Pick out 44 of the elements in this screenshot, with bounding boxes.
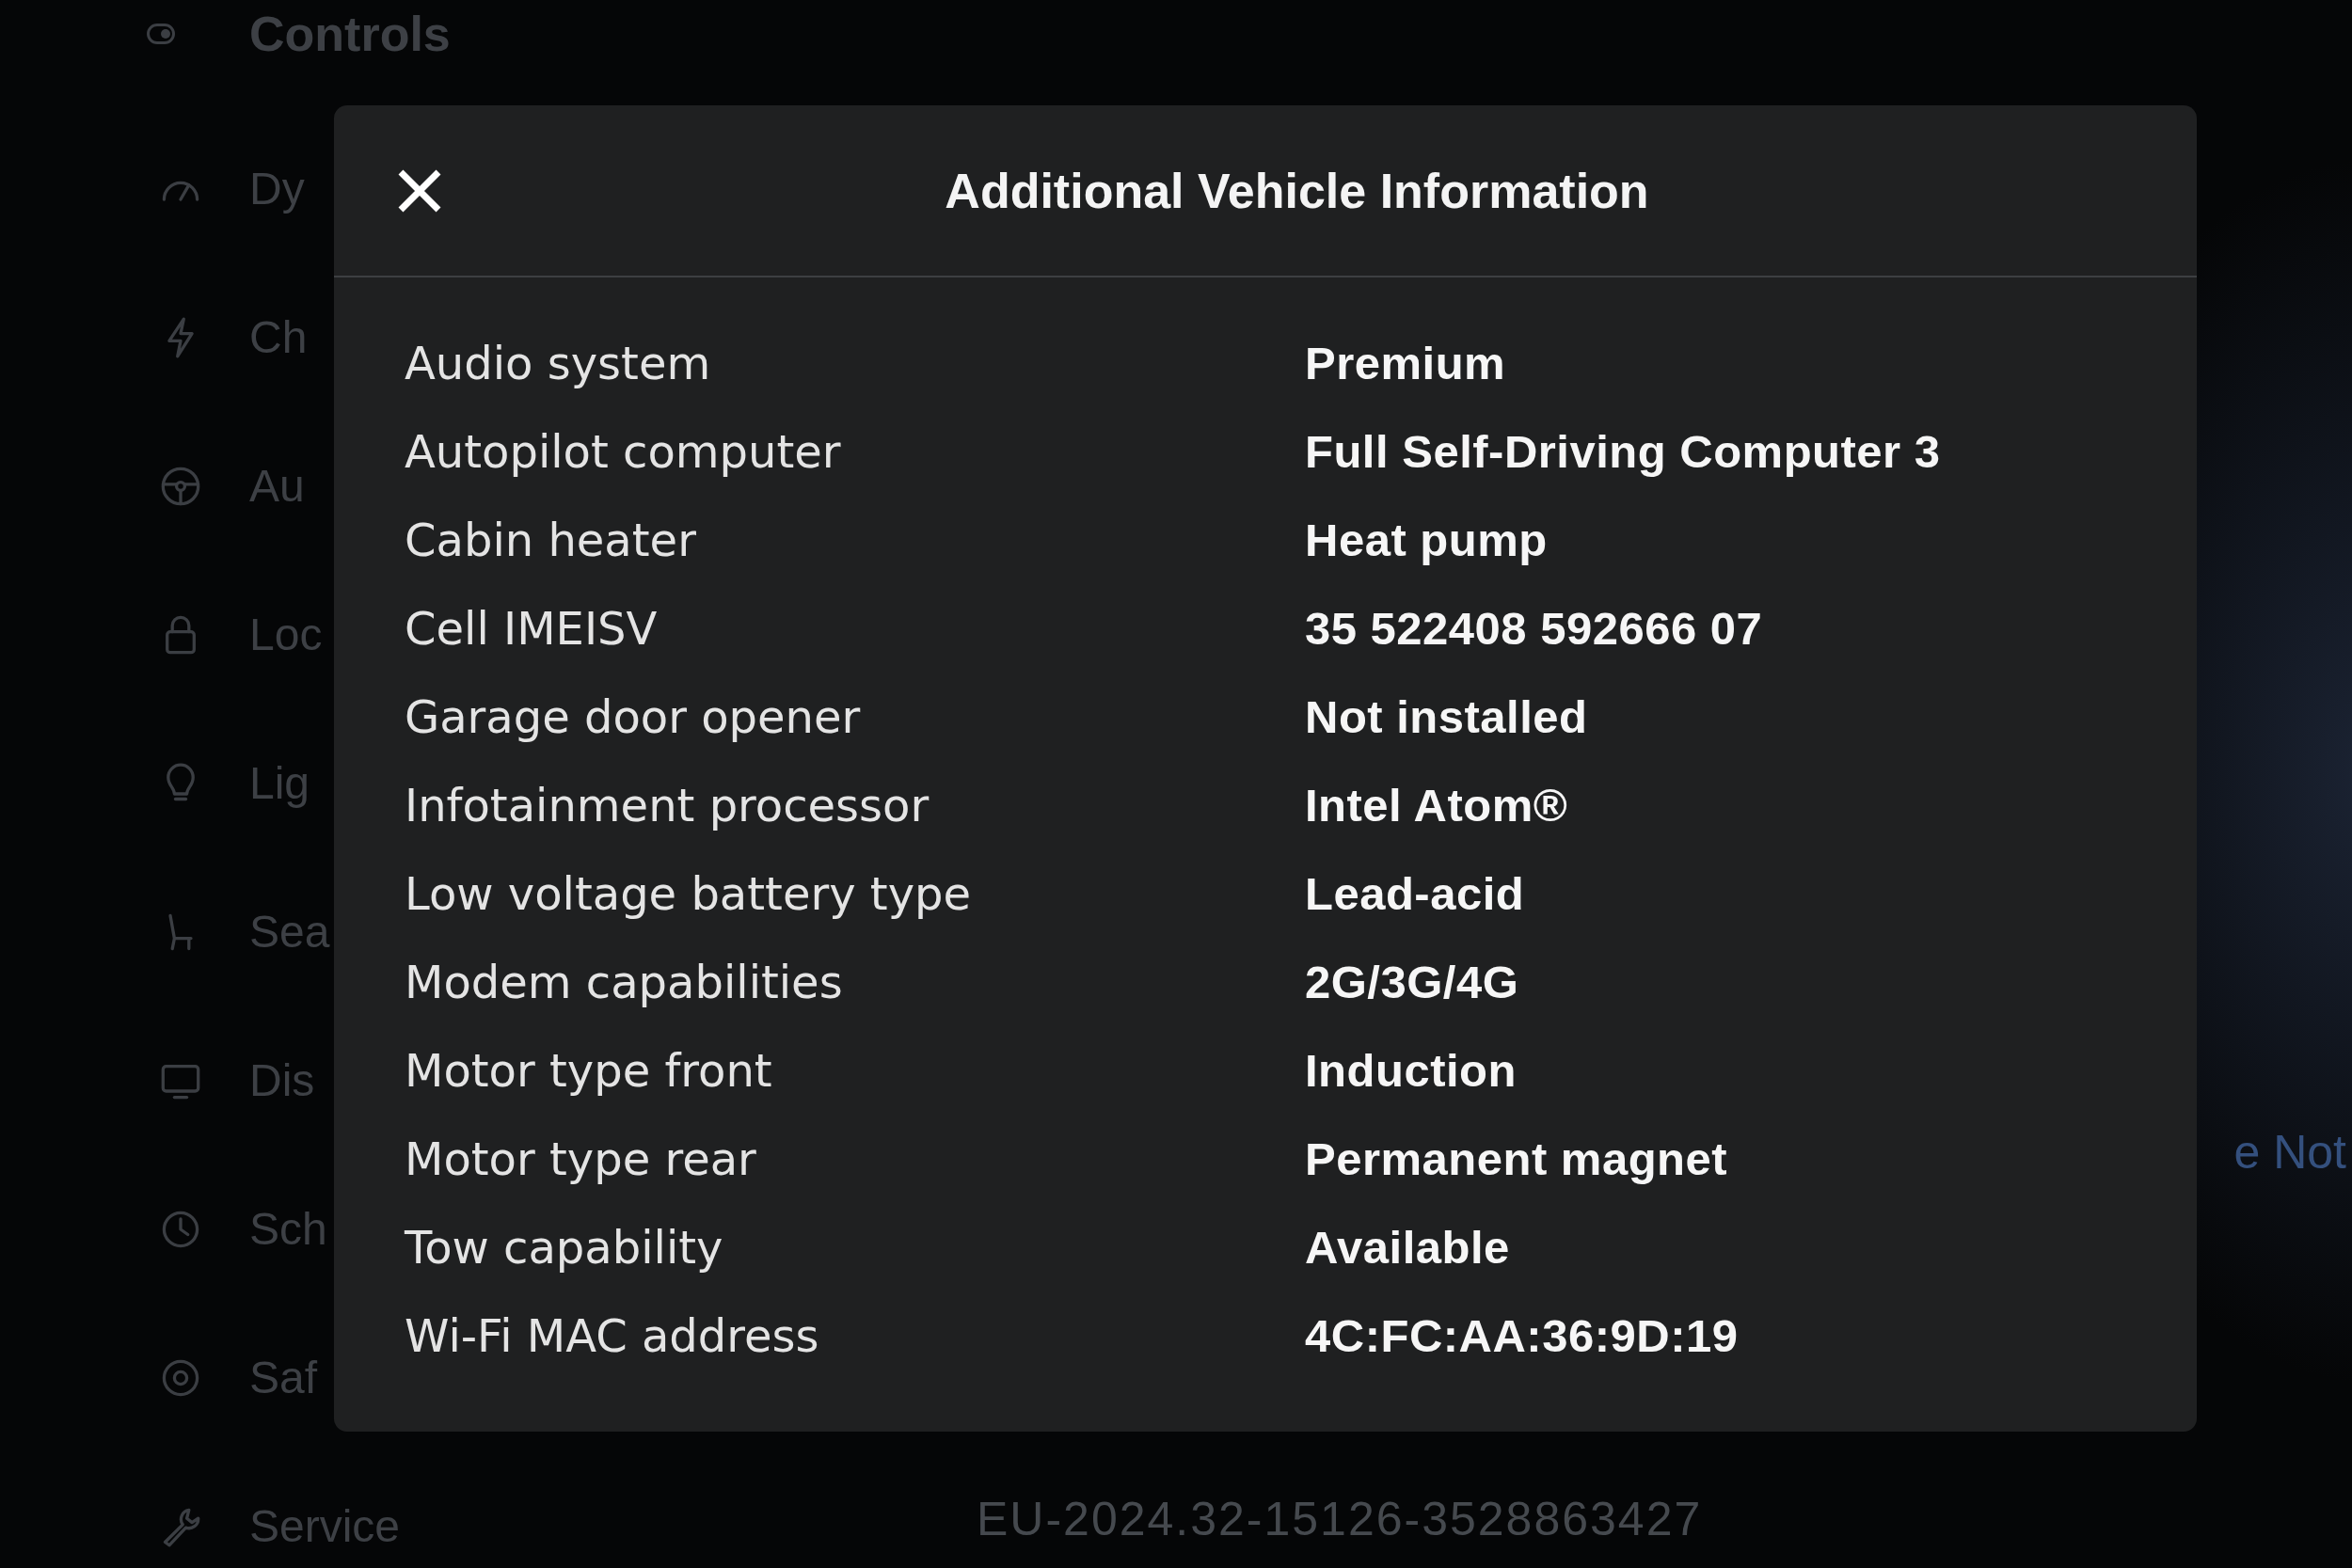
sidebar-item[interactable]: Sea <box>160 906 330 958</box>
info-label: Infotainment processor <box>405 779 930 832</box>
info-value: Full Self-Driving Computer 3 <box>1305 425 1941 478</box>
info-value: Permanent magnet <box>1305 1132 1728 1185</box>
sidebar-item[interactable]: Loc <box>160 609 323 661</box>
info-label: Motor type front <box>405 1044 772 1097</box>
info-value: Induction <box>1305 1044 1517 1097</box>
info-value: Premium <box>1305 337 1506 389</box>
info-label: Modem capabilities <box>405 956 843 1008</box>
sidebar-item[interactable]: Lig <box>160 757 310 810</box>
dialog-title: Additional Vehicle Information <box>945 162 1649 220</box>
info-value: Lead-acid <box>1305 867 1525 920</box>
sidebar-title: Controls <box>249 8 451 60</box>
info-value: Available <box>1305 1221 1510 1274</box>
steering-wheel-icon <box>160 466 201 507</box>
info-label: Audio system <box>405 337 711 389</box>
info-label: Low voltage battery type <box>405 867 972 920</box>
info-value: Heat pump <box>1305 514 1548 566</box>
notes-link[interactable]: e Not <box>2233 1126 2352 1179</box>
sidebar-item[interactable]: Dy <box>160 163 305 215</box>
sidebar-item[interactable]: Ch <box>160 311 308 364</box>
info-value: 4C:FC:AA:36:9D:19 <box>1305 1309 1739 1362</box>
close-button[interactable] <box>397 167 442 214</box>
info-label: Garage door opener <box>405 690 861 743</box>
version-text: EU-2024.32-15126-3528863427 <box>977 1493 1703 1545</box>
info-label: Tow capability <box>405 1221 723 1274</box>
info-value: 2G/3G/4G <box>1305 956 1519 1008</box>
sidebar-item[interactable]: Service <box>160 1500 401 1553</box>
info-label: Cabin heater <box>405 514 696 566</box>
sidebar-item[interactable]: Saf <box>160 1352 318 1404</box>
sidebar-item[interactable]: Dis <box>160 1054 315 1107</box>
info-value: Not installed <box>1305 690 1588 743</box>
info-label: Autopilot computer <box>405 425 841 478</box>
sidebar-item[interactable]: Sch <box>160 1203 327 1256</box>
toggle-icon <box>147 24 175 44</box>
info-label: Cell IMEISV <box>405 602 658 655</box>
ring-icon <box>160 1357 201 1399</box>
clock-icon <box>160 1209 201 1250</box>
info-label: Motor type rear <box>405 1132 756 1185</box>
info-value: 35 522408 592666 07 <box>1305 602 1763 655</box>
close-icon <box>397 167 442 214</box>
info-value: Intel Atom® <box>1305 779 1568 832</box>
sidebar-item[interactable]: Au <box>160 460 305 513</box>
info-label: Wi-Fi MAC address <box>405 1309 819 1362</box>
